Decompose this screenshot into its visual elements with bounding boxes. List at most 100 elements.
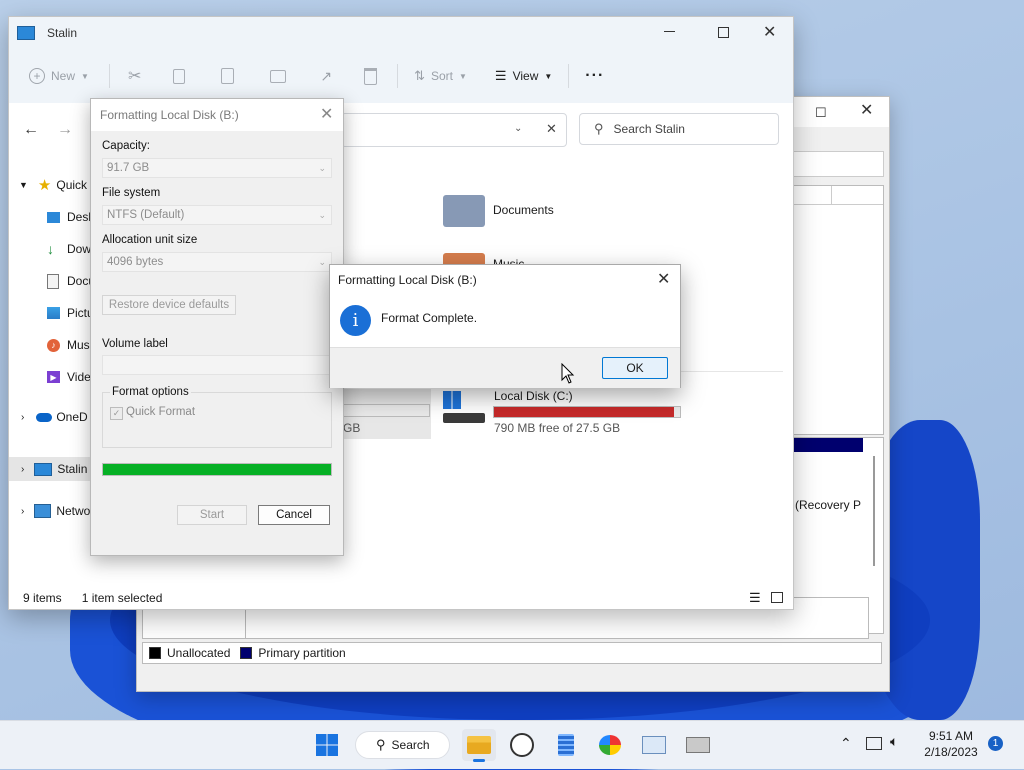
drive-b-free: GB xyxy=(343,421,361,435)
volume-icon[interactable]: 🔈︎ xyxy=(890,733,898,750)
time: 9:51 AM xyxy=(928,729,974,743)
performance-monitor-taskbar-button[interactable] xyxy=(637,729,671,761)
drive-c-usage-fill xyxy=(494,407,675,417)
capacity-select[interactable]: 91.7 GB ⌄ xyxy=(102,158,332,178)
file-system-select[interactable]: NTFS (Default) ⌄ xyxy=(102,205,332,225)
dialog-titlebar[interactable]: Formatting Local Disk (B:) ✕ xyxy=(91,99,343,131)
drive-c-usage-bar xyxy=(493,406,681,418)
folder-documents[interactable]: Documents xyxy=(443,195,554,227)
taskbar-search[interactable]: ⚲ Search xyxy=(355,731,450,759)
nav-item-documents[interactable]: Docu xyxy=(47,269,95,293)
nav-label: OneD xyxy=(56,410,88,424)
notification-badge[interactable]: 1 xyxy=(988,736,1003,751)
chevron-up-icon[interactable]: ⌃ xyxy=(840,735,852,752)
file-explorer-taskbar-button[interactable] xyxy=(462,729,496,762)
view-button[interactable]: ☰ View ▼ xyxy=(495,68,552,84)
nav-item-network[interactable]: › Netwo xyxy=(9,499,90,523)
minimize-icon[interactable] xyxy=(664,31,675,32)
close-icon[interactable]: ✕ xyxy=(763,25,776,41)
active-indicator xyxy=(473,759,485,762)
disk-management-taskbar-button[interactable] xyxy=(681,729,715,761)
chevron-right-icon[interactable]: › xyxy=(21,464,24,475)
network-icon[interactable] xyxy=(866,737,882,750)
clock-icon xyxy=(510,733,534,757)
nav-item-videos[interactable]: ▶ Vide xyxy=(47,365,91,389)
clear-icon[interactable]: ✕ xyxy=(546,121,557,137)
start-button[interactable] xyxy=(310,729,344,761)
partition-label[interactable]: (Recovery P xyxy=(795,498,861,512)
search-input[interactable]: ⚲ Search Stalin xyxy=(579,113,779,145)
sort-button[interactable]: ⇅ Sort ▼ xyxy=(414,68,467,84)
more-options-button[interactable]: ··· xyxy=(585,67,604,85)
drive-c-free: 790 MB free of 27.5 GB xyxy=(494,421,621,435)
volume-label-input[interactable] xyxy=(102,355,332,375)
format-dialog[interactable]: Formatting Local Disk (B:) ✕ Capacity: 9… xyxy=(90,98,344,556)
rename-icon[interactable] xyxy=(270,69,287,83)
ok-button[interactable]: OK xyxy=(602,357,668,379)
document-icon xyxy=(47,273,59,289)
dialog-titlebar[interactable]: Formatting Local Disk (B:) ✕ xyxy=(330,265,680,295)
maximize-icon[interactable] xyxy=(718,27,729,38)
address-bar[interactable]: ⌄ ✕ xyxy=(341,113,567,147)
restore-defaults-button[interactable]: Restore device defaults xyxy=(102,295,236,315)
taskbar-clock[interactable]: 9:51 AM 2/18/2023 xyxy=(918,728,984,760)
column-header[interactable] xyxy=(793,186,832,204)
nav-item-pictures[interactable]: Pictu xyxy=(47,301,94,325)
nav-label: Musi xyxy=(67,338,93,352)
tiles-view-icon[interactable] xyxy=(771,592,783,603)
format-complete-dialog[interactable]: Formatting Local Disk (B:) ✕ i Format Co… xyxy=(329,264,681,388)
cancel-button[interactable]: Cancel xyxy=(258,505,330,525)
scrollbar[interactable] xyxy=(873,456,875,566)
chevron-down-icon: ▼ xyxy=(459,71,467,81)
unallocated-swatch xyxy=(149,647,161,659)
new-button[interactable]: + New ▼ xyxy=(29,68,89,84)
clock-app-taskbar-button[interactable] xyxy=(505,729,539,761)
list-header xyxy=(793,186,883,205)
format-options-group: Format options ✓ Quick Format xyxy=(102,386,332,448)
capacity-value: 91.7 GB xyxy=(107,162,150,174)
nav-item-music[interactable]: ♪ Musi xyxy=(47,333,92,357)
chevron-down-icon[interactable]: ▼ xyxy=(19,180,28,190)
pc-icon xyxy=(17,26,35,40)
start-button[interactable]: Start xyxy=(177,505,247,525)
nav-label: Netwo xyxy=(56,504,91,518)
maximize-icon[interactable]: ☐ xyxy=(815,105,827,121)
window-titlebar[interactable]: Stalin ✕ xyxy=(9,17,793,49)
quick-format-checkbox[interactable]: ✓ xyxy=(110,407,123,420)
legend-bar: Unallocated Primary partition xyxy=(142,642,882,664)
allocation-size-select[interactable]: 4096 bytes ⌄ xyxy=(102,252,332,272)
details-view-icon[interactable]: ☰ xyxy=(749,590,761,606)
nav-item-quick-access[interactable]: ▼ ★ Quick xyxy=(9,173,87,197)
chevron-right-icon[interactable]: › xyxy=(21,412,24,423)
close-icon[interactable]: ✕ xyxy=(657,272,670,288)
back-arrow-icon[interactable]: ← xyxy=(23,121,39,139)
delete-icon[interactable] xyxy=(364,67,378,85)
drive-c-tile[interactable]: Local Disk (C:) 790 MB free of 27.5 GB xyxy=(441,387,686,437)
close-icon[interactable]: ✕ xyxy=(860,103,873,119)
paste-icon[interactable] xyxy=(221,68,235,84)
cut-icon[interactable]: ✂ xyxy=(128,66,141,86)
share-icon[interactable]: ↗ xyxy=(320,68,332,85)
toolbar-divider xyxy=(108,64,110,88)
volume-list[interactable] xyxy=(792,185,884,435)
chevron-right-icon[interactable]: › xyxy=(21,506,24,517)
progress-fill xyxy=(103,464,331,475)
drive-b-tile[interactable]: GB xyxy=(343,389,431,439)
music-icon: ♪ xyxy=(47,338,60,352)
paint-taskbar-button[interactable] xyxy=(593,729,627,761)
close-icon[interactable]: ✕ xyxy=(320,107,333,123)
nav-item-desktop[interactable]: Desk xyxy=(47,205,94,229)
star-icon: ★ xyxy=(37,177,52,194)
folder-icon xyxy=(467,736,491,754)
nav-item-downloads[interactable]: ↓ Dow xyxy=(47,237,91,261)
notepad-taskbar-button[interactable] xyxy=(549,729,583,761)
mouse-cursor-icon xyxy=(561,363,575,384)
forward-arrow-icon[interactable]: → xyxy=(57,121,73,139)
desktop-folder-icon xyxy=(47,211,60,223)
nav-item-onedrive[interactable]: › OneD xyxy=(9,405,88,429)
nav-label: Quick xyxy=(56,178,88,192)
chevron-down-icon: ▼ xyxy=(544,71,553,81)
chevron-down-icon[interactable]: ⌄ xyxy=(514,123,522,134)
nav-item-this-pc[interactable]: › Stalin xyxy=(9,457,97,481)
copy-icon[interactable] xyxy=(173,68,186,84)
